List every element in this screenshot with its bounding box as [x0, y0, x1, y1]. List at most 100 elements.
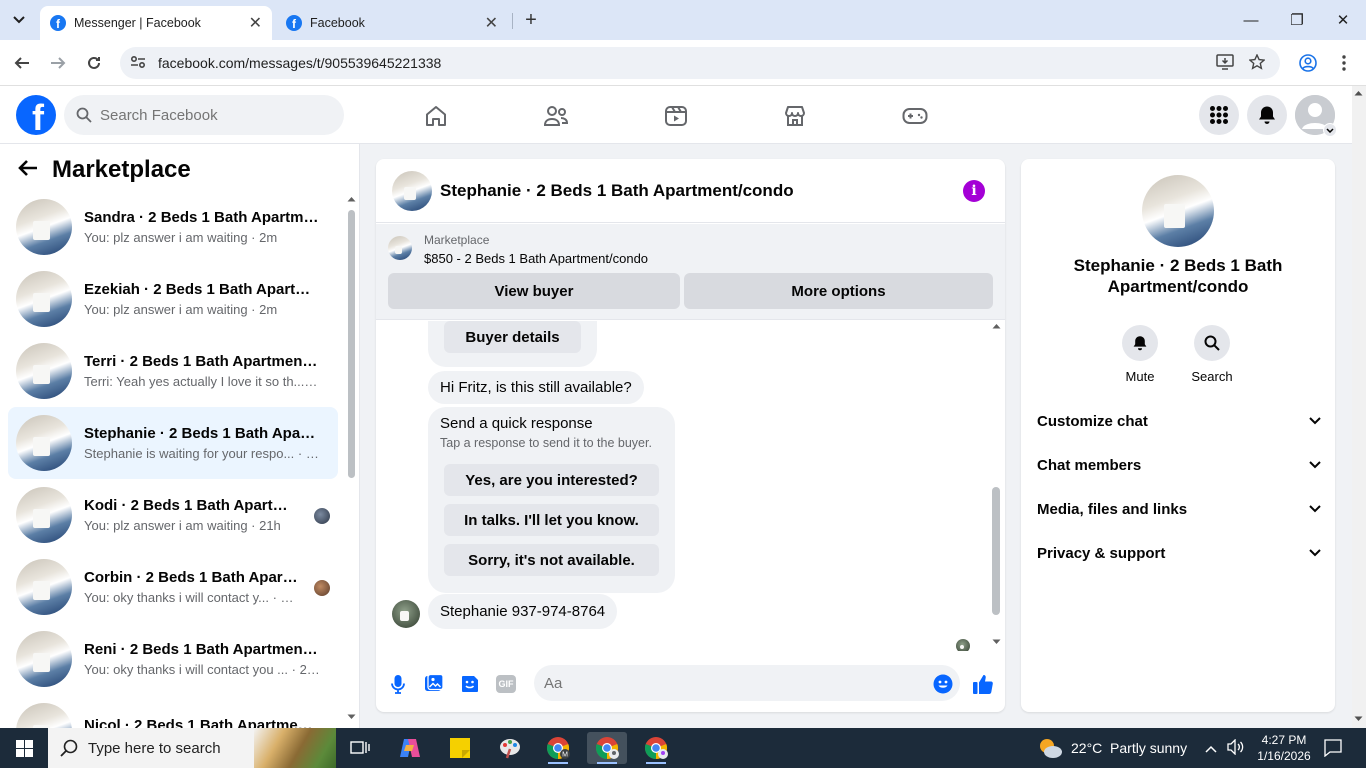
start-button[interactable]	[0, 728, 48, 768]
more-options-button[interactable]: More options	[684, 273, 993, 309]
facebook-favicon-icon: f	[50, 15, 66, 31]
chat-item[interactable]: Ezekiah · 2 Beds 1 Bath Apartme... You: p…	[8, 263, 338, 335]
close-tab-icon[interactable]: ✕	[485, 13, 498, 33]
chat-item[interactable]: Sandra · 2 Beds 1 Bath Apartme... You: pl…	[8, 191, 338, 263]
minimize-button[interactable]: —	[1228, 0, 1274, 40]
task-view-button[interactable]	[340, 732, 380, 764]
quick-response-yes[interactable]: Yes, are you interested?	[444, 464, 659, 496]
thumbs-up-icon	[973, 675, 993, 694]
paint-app[interactable]	[490, 732, 530, 764]
close-window-button[interactable]: ✕	[1320, 0, 1366, 40]
profile-button[interactable]	[1296, 51, 1320, 75]
back-arrow-icon[interactable]	[18, 157, 38, 183]
chat-list-scrollbar[interactable]	[347, 196, 356, 720]
gif-button[interactable]: GIF	[494, 672, 518, 696]
video-icon	[665, 106, 687, 126]
bell-icon	[1133, 336, 1147, 351]
message-bubble: Stephanie 937-974-8764	[428, 594, 618, 629]
info-icon[interactable]: i	[963, 180, 985, 202]
quick-response-in-talks[interactable]: In talks. I'll let you know.	[444, 504, 659, 536]
avatar[interactable]	[1142, 175, 1214, 247]
chat-item-selected[interactable]: Stephanie · 2 Beds 1 Bath Apart... Stepha…	[8, 407, 338, 479]
windows-taskbar: Type here to search M 22°C Partly sunny …	[0, 728, 1366, 768]
chat-preview: Terri: Yeah yes actually I love it so th…	[84, 374, 320, 389]
notification-center-button[interactable]	[1324, 739, 1342, 762]
sticky-notes-icon	[450, 738, 470, 758]
sender-avatar	[392, 600, 420, 628]
taskbar-search[interactable]: Type here to search	[48, 728, 336, 768]
chat-item[interactable]: Terri · 2 Beds 1 Bath Apartment/... Terri…	[8, 335, 338, 407]
weather-widget[interactable]: 22°C Partly sunny	[1037, 728, 1187, 768]
photo-icon	[425, 674, 444, 691]
volume-button[interactable]	[1227, 738, 1245, 760]
avatar[interactable]	[392, 170, 432, 211]
speaker-icon	[1227, 738, 1244, 756]
buyer-details-button[interactable]: Buyer details	[444, 321, 581, 353]
nav-gaming[interactable]	[895, 100, 935, 132]
facebook-search[interactable]	[64, 95, 344, 135]
sticker-button[interactable]	[458, 672, 482, 696]
scrollbar-thumb[interactable]	[348, 210, 355, 478]
new-tab-button[interactable]: +	[520, 9, 542, 32]
voice-clip-button[interactable]	[386, 672, 410, 696]
chat-item[interactable]: Reni · 2 Beds 1 Bath Apartment/... You: o…	[8, 623, 338, 695]
like-button[interactable]	[971, 672, 995, 696]
avatar	[16, 415, 72, 471]
menu-button[interactable]	[1199, 95, 1239, 135]
chrome-app-active[interactable]	[587, 732, 627, 764]
browser-tab-facebook[interactable]: f Facebook ✕	[276, 6, 508, 40]
facebook-logo-icon[interactable]: f	[16, 95, 56, 135]
notifications-button[interactable]	[1247, 95, 1287, 135]
chat-item[interactable]: Corbin · 2 Beds 1 Bath Apartm... You: oky…	[8, 551, 338, 623]
nav-home[interactable]	[416, 100, 456, 132]
more-vertical-icon	[1342, 55, 1346, 71]
forward-button[interactable]	[46, 51, 70, 75]
nav-friends[interactable]	[536, 100, 576, 132]
chat-item[interactable]: Kodi · 2 Beds 1 Bath Apartme... You: plz …	[8, 479, 338, 551]
conversation-title[interactable]: Stephanie · 2 Beds 1 Bath Apartment/cond…	[440, 181, 794, 201]
attach-photo-button[interactable]	[422, 672, 446, 696]
close-tab-icon[interactable]: ✕	[249, 13, 262, 33]
emoji-button[interactable]	[931, 672, 955, 696]
chat-preview: You: plz answer i am waiting · 21h	[84, 518, 281, 533]
reload-button[interactable]	[82, 51, 106, 75]
message-scrollbar[interactable]	[991, 323, 1001, 649]
listing-title[interactable]: $850 - 2 Beds 1 Bath Apartment/condo	[424, 251, 648, 266]
chat-item[interactable]: Nicol · 2 Beds 1 Bath Apartment...	[8, 695, 338, 728]
partly-sunny-icon	[1040, 739, 1062, 758]
browser-tab-messenger[interactable]: f Messenger | Facebook ✕	[40, 6, 272, 40]
account-avatar[interactable]	[1295, 95, 1337, 137]
chat-members-row[interactable]: Chat members	[1037, 447, 1321, 483]
taskbar-clock[interactable]: 4:27 PM 1/16/2026	[1254, 732, 1314, 764]
nav-video[interactable]	[656, 100, 696, 132]
copilot-app[interactable]	[390, 732, 430, 764]
restore-button[interactable]: ❐	[1274, 0, 1320, 40]
show-hidden-icons[interactable]	[1205, 740, 1217, 758]
message-input[interactable]	[534, 665, 960, 701]
nav-marketplace[interactable]	[775, 100, 815, 132]
install-app-icon[interactable]	[1216, 54, 1234, 74]
page-title: Marketplace	[52, 156, 191, 183]
search-input[interactable]	[100, 106, 320, 124]
browser-menu-button[interactable]	[1332, 51, 1356, 75]
sticky-notes-app[interactable]	[440, 732, 480, 764]
address-bar[interactable]: facebook.com/messages/t/905539645221338	[120, 47, 1280, 79]
quick-response-subtitle: Tap a response to send it to the buyer.	[440, 436, 652, 450]
view-buyer-button[interactable]: View buyer	[388, 273, 680, 309]
privacy-support-row[interactable]: Privacy & support	[1037, 535, 1321, 571]
chat-preview: You: plz answer i am waiting · 2m	[84, 230, 278, 245]
chrome-app-profile[interactable]	[636, 732, 676, 764]
page-scrollbar[interactable]	[1352, 86, 1366, 728]
scrollbar-thumb[interactable]	[992, 487, 1000, 615]
back-button[interactable]	[10, 51, 34, 75]
search-in-chat-button[interactable]: Search	[1182, 325, 1242, 384]
customize-chat-row[interactable]: Customize chat	[1037, 403, 1321, 439]
quick-response-not-available[interactable]: Sorry, it's not available.	[444, 544, 659, 576]
chrome-app-m[interactable]: M	[538, 732, 578, 764]
bookmark-star-icon[interactable]	[1248, 53, 1266, 74]
site-info-icon[interactable]	[130, 55, 150, 72]
tab-search-dropdown[interactable]	[8, 9, 30, 31]
mute-button[interactable]: Mute	[1110, 325, 1170, 384]
media-files-links-row[interactable]: Media, files and links	[1037, 491, 1321, 527]
chevron-down-icon	[1309, 546, 1321, 560]
